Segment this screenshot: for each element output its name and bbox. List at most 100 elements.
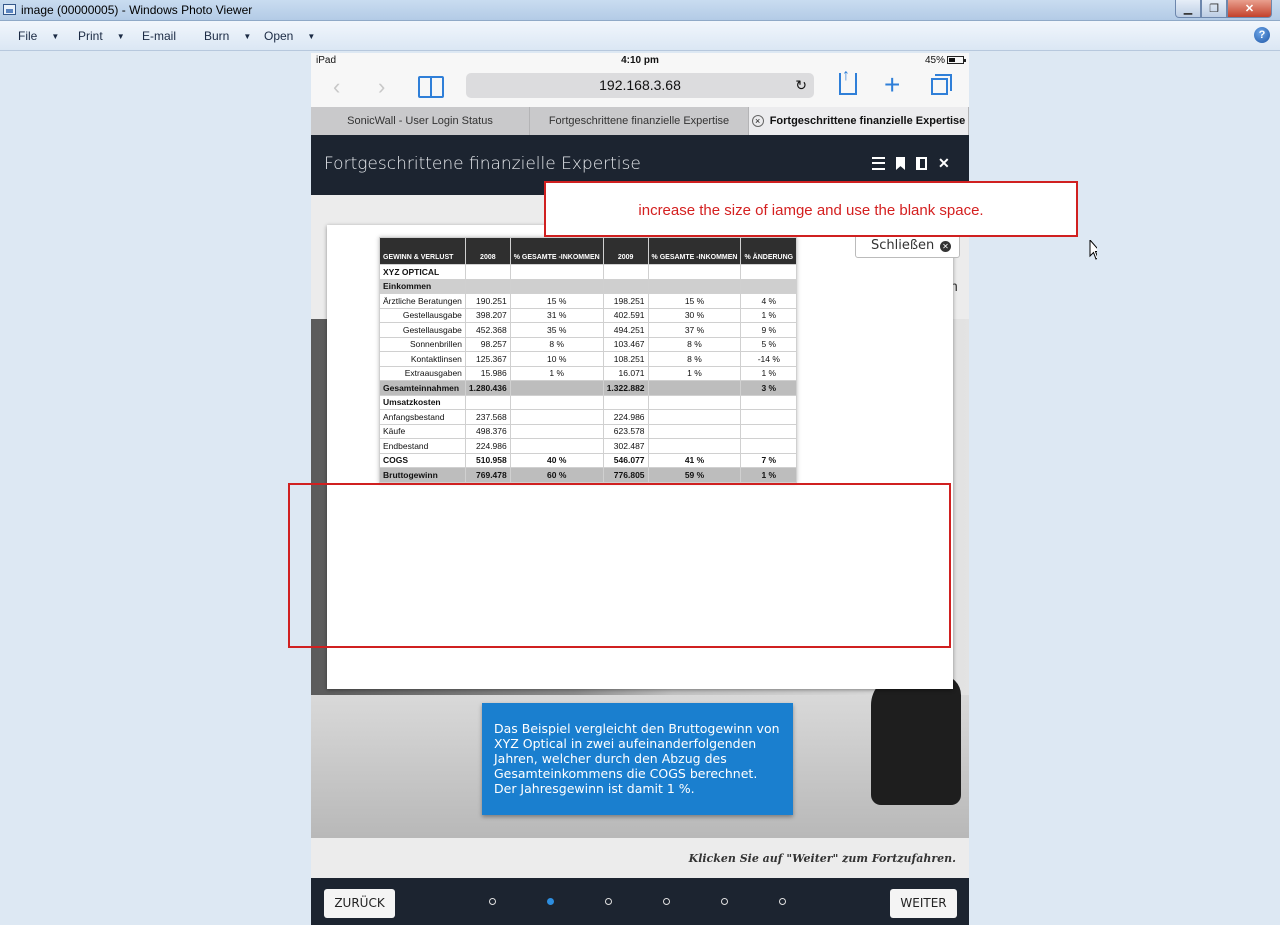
table-cell: 41 %: [647, 452, 742, 468]
bookmarks-icon[interactable]: [418, 76, 444, 98]
photo-viewer-icon: [3, 4, 16, 15]
table-row: Käufe 498.376 623.578: [379, 423, 798, 439]
table-cell: 398.207: [464, 307, 511, 323]
page-dot[interactable]: [779, 898, 786, 905]
tab-close-icon[interactable]: ×: [751, 115, 764, 127]
browser-tab[interactable]: Fortgeschrittene finanzielle Expertise: [530, 107, 749, 135]
column-header: 2009: [602, 237, 649, 265]
table-cell: 3 %: [740, 380, 798, 396]
close-popup-button[interactable]: Schließen ✕: [855, 234, 960, 258]
minimize-button[interactable]: ▁: [1175, 0, 1201, 18]
close-window-button[interactable]: ✕: [1227, 0, 1272, 18]
chevron-down-icon: ▼: [307, 32, 316, 41]
table-cell: Extraausgaben: [379, 365, 466, 381]
table-cell: Endbestand: [379, 438, 466, 454]
table-cell: 237.568: [464, 409, 511, 425]
help-icon[interactable]: ?: [1254, 27, 1270, 43]
table-cell: 1 %: [509, 365, 604, 381]
browser-tab-active[interactable]: × Fortgeschrittene finanzielle Expertise: [749, 107, 969, 135]
address-bar[interactable]: 192.168.3.68 ↻: [466, 73, 814, 98]
table-cell: 224.986: [464, 438, 511, 454]
menu-bar: File ▼ Print ▼ E-mail Burn ▼ Open ▼ ?: [0, 21, 1280, 51]
page-dot[interactable]: [605, 898, 612, 905]
table-row: Umsatzkosten: [379, 394, 798, 410]
table-cell: 37 %: [647, 322, 742, 338]
table-cell: Gestellausgabe: [379, 322, 466, 338]
table-cell: XYZ OPTICAL: [379, 264, 466, 280]
table-cell: [509, 438, 604, 454]
table-cell: [740, 423, 798, 439]
column-header: % GESAMTE -INKOMMEN: [647, 237, 742, 265]
bookmark-icon[interactable]: [896, 157, 905, 170]
menu-list-icon[interactable]: [872, 157, 885, 170]
table-cell: 35 %: [509, 322, 604, 338]
page-dot[interactable]: [489, 898, 496, 905]
window-title: image (00000005) - Windows Photo Viewer: [21, 3, 253, 17]
table-cell: 30 %: [647, 307, 742, 323]
menu-burn[interactable]: Burn ▼: [204, 29, 251, 43]
table-cell: 623.578: [602, 423, 649, 439]
table-row: COGS 510.958 40 % 546.077 41 % 7 %: [379, 452, 798, 468]
chevron-down-icon: ▼: [51, 32, 60, 41]
table-row: XYZ OPTICAL: [379, 264, 798, 280]
table-cell: 494.251: [602, 322, 649, 338]
course-header-icons: ✕: [872, 156, 951, 170]
close-course-icon[interactable]: ✕: [938, 156, 951, 170]
share-icon[interactable]: [839, 63, 857, 95]
table-cell: 59 %: [647, 467, 742, 483]
browser-tab[interactable]: SonicWall - User Login Status: [311, 107, 530, 135]
maximize-button[interactable]: ❐: [1201, 0, 1227, 18]
table-cell: [740, 264, 798, 280]
table-cell: 10 %: [509, 351, 604, 367]
table-cell: COGS: [379, 452, 466, 468]
info-callout: Das Beispiel vergleicht den Bruttogewinn…: [482, 703, 793, 815]
table-cell: Anfangsbestand: [379, 409, 466, 425]
column-header: % ÄNDERUNG: [740, 237, 798, 265]
page-dot[interactable]: [721, 898, 728, 905]
column-header: GEWINN & VERLUST: [379, 237, 466, 265]
table-cell: 8 %: [647, 351, 742, 367]
table-cell: [740, 409, 798, 425]
forward-arrow-icon[interactable]: ›: [378, 74, 385, 100]
table-cell: Einkommen: [379, 278, 466, 294]
page-dot[interactable]: [663, 898, 670, 905]
table-cell: -14 %: [740, 351, 798, 367]
status-time: 4:10 pm: [621, 55, 659, 66]
table-cell: 1.322.882: [602, 380, 649, 396]
tabs-overview-icon[interactable]: [931, 74, 952, 95]
reload-icon[interactable]: ↻: [795, 73, 807, 98]
table-cell: [509, 264, 604, 280]
table-cell: [647, 394, 742, 410]
page-dot-active[interactable]: [547, 898, 554, 905]
table-cell: 5 %: [740, 336, 798, 352]
table-cell: [740, 438, 798, 454]
table-row: Extraausgaben 15.986 1 % 16.071 1 % 1 %: [379, 365, 798, 381]
table-cell: 402.591: [602, 307, 649, 323]
table-cell: [602, 394, 649, 410]
battery-percent: 45%: [924, 55, 945, 66]
table-row: Sonnenbrillen 98.257 8 % 103.467 8 % 5 %: [379, 336, 798, 352]
menu-open[interactable]: Open ▼: [264, 29, 315, 43]
table-row: Kontaktlinsen 125.367 10 % 108.251 8 % -14 %: [379, 351, 798, 367]
document-icon[interactable]: [916, 157, 927, 170]
menu-print[interactable]: Print ▼: [78, 29, 125, 43]
next-button[interactable]: WEITER: [890, 889, 957, 918]
table-cell: 103.467: [602, 336, 649, 352]
back-button[interactable]: ZURÜCK: [324, 889, 395, 918]
table-cell: 546.077: [602, 452, 649, 468]
table-cell: Bruttogewinn: [379, 467, 466, 483]
table-cell: [647, 409, 742, 425]
browser-tab-bar: SonicWall - User Login Status Fortgeschr…: [311, 107, 969, 135]
new-tab-icon[interactable]: +: [884, 71, 900, 99]
back-arrow-icon[interactable]: ‹: [333, 74, 340, 100]
menu-email[interactable]: E-mail: [142, 29, 176, 43]
course-footer: ZURÜCK WEITER: [311, 878, 969, 925]
table-row: Endbestand 224.986 302.487: [379, 438, 798, 454]
table-cell: 15.986: [464, 365, 511, 381]
table-cell: 498.376: [464, 423, 511, 439]
menu-file[interactable]: File ▼: [18, 29, 59, 43]
table-cell: 8 %: [647, 336, 742, 352]
window-title-bar: image (00000005) - Windows Photo Viewer …: [0, 0, 1280, 21]
table-cell: 8 %: [509, 336, 604, 352]
close-circle-icon: ✕: [940, 241, 951, 252]
